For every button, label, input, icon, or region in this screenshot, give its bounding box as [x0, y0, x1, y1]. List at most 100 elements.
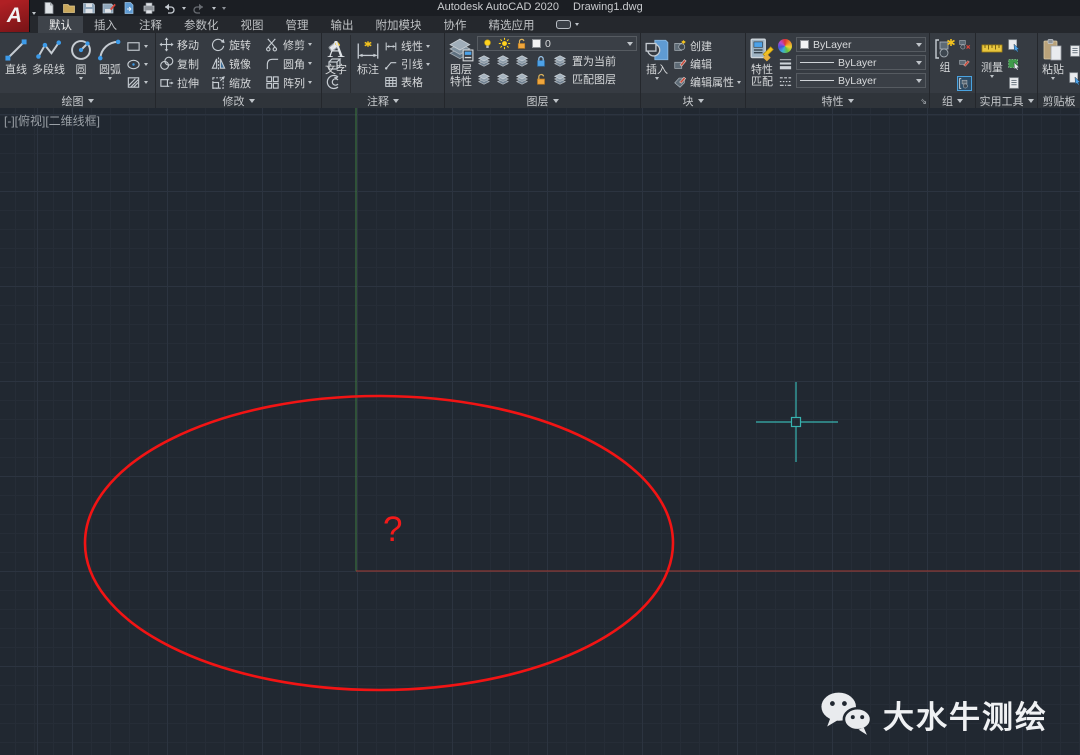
stretch-icon	[159, 75, 174, 90]
layer-select-dropdown[interactable]: 0	[477, 36, 637, 51]
match-properties-tool[interactable]: 特性 匹配	[749, 35, 775, 93]
fillet-tool[interactable]: 圆角	[265, 56, 323, 72]
plot-icon[interactable]	[142, 1, 156, 15]
tab-addins[interactable]: 附加模块	[365, 16, 433, 33]
tab-annotate[interactable]: 注释	[128, 16, 173, 33]
redo-icon[interactable]	[192, 1, 206, 15]
rectangle-tool[interactable]	[126, 39, 148, 54]
export-icon[interactable]	[122, 1, 136, 15]
layer-match-icon[interactable]	[553, 72, 567, 86]
ungroup-icon[interactable]	[958, 38, 971, 51]
layer-properties-tool[interactable]: 图层 特性	[448, 35, 474, 93]
group-edit-icon[interactable]	[958, 57, 971, 70]
text-tool[interactable]: A 文字	[325, 35, 347, 93]
edit-attributes-tool[interactable]: 编辑属性	[673, 74, 741, 90]
qat-customize-caret-icon[interactable]	[222, 7, 226, 10]
ribbon-display-toggle[interactable]	[556, 16, 579, 33]
mirror-tool[interactable]: 镜像	[211, 56, 265, 72]
pickbox	[792, 418, 801, 427]
create-block-tool[interactable]: 创建	[673, 38, 741, 54]
lineweight-dropdown[interactable]: ByLayer	[796, 55, 926, 70]
tab-default[interactable]: 默认	[38, 16, 83, 33]
ribbon-toggle-caret-icon	[575, 23, 579, 26]
quick-select-icon[interactable]	[1007, 38, 1021, 52]
object-color-dropdown[interactable]: ByLayer	[796, 37, 926, 52]
panel-label-clipboard[interactable]: 剪贴板	[1038, 93, 1080, 108]
dialog-launcher-icon[interactable]: ⇘	[920, 98, 927, 106]
group-tool[interactable]: 组	[933, 35, 957, 93]
panel-label-layers[interactable]: 图层	[445, 93, 640, 108]
copy-clip-icon[interactable]	[1068, 71, 1080, 85]
edit-block-tool[interactable]: 编辑	[673, 56, 741, 72]
layer-unlock-all-icon[interactable]	[534, 72, 548, 86]
dimension-tool[interactable]: 标注	[350, 35, 381, 93]
panel-label-draw[interactable]: 绘图	[0, 93, 155, 108]
quick-calc-icon[interactable]	[1007, 76, 1021, 90]
question-mark-text-entity[interactable]: ?	[383, 512, 402, 547]
save-icon[interactable]	[82, 1, 96, 15]
ellipse-entity[interactable]	[85, 396, 673, 690]
linetype-icon[interactable]	[778, 74, 793, 89]
arc-tool[interactable]: 圆弧	[97, 35, 123, 93]
set-current-label[interactable]: 置为当前	[572, 53, 616, 69]
select-all-icon[interactable]	[1007, 57, 1021, 71]
app-menu-caret-icon[interactable]	[32, 12, 36, 15]
panel-label-group[interactable]: 组	[930, 93, 975, 108]
measure-tool[interactable]: 测量	[979, 35, 1005, 93]
copy-tool[interactable]: 复制	[159, 56, 211, 72]
cut-icon[interactable]	[1068, 44, 1080, 58]
undo-caret-icon[interactable]	[182, 7, 186, 10]
drawing-canvas[interactable]: [-][俯视][二维线框] ?	[0, 108, 1080, 755]
panel-label-properties[interactable]: 特性 ⇘	[746, 93, 929, 108]
line-icon	[3, 37, 29, 63]
panel-label-block[interactable]: 块	[641, 93, 745, 108]
hatch-tool[interactable]	[126, 75, 148, 90]
array-tool[interactable]: 阵列	[265, 75, 323, 91]
color-wheel-icon[interactable]	[778, 39, 792, 53]
tab-collaborate[interactable]: 协作	[433, 16, 478, 33]
panel-label-modify[interactable]: 修改	[156, 93, 321, 108]
save-as-icon[interactable]	[102, 1, 116, 15]
layer-make-current-icon[interactable]	[553, 54, 567, 68]
stretch-tool[interactable]: 拉伸	[159, 75, 211, 91]
layer-on-all-icon[interactable]	[515, 72, 529, 86]
tab-manage[interactable]: 管理	[275, 16, 320, 33]
tab-output[interactable]: 输出	[320, 16, 365, 33]
app-logo[interactable]: A	[0, 0, 30, 32]
paste-tool[interactable]: 粘贴	[1041, 35, 1065, 93]
layer-thaw-all-icon[interactable]	[496, 72, 510, 86]
ellipse-caret-icon	[144, 63, 148, 66]
open-file-icon[interactable]	[62, 1, 76, 15]
linetype-dropdown[interactable]: ByLayer	[796, 73, 926, 88]
insert-block-tool[interactable]: 插入	[644, 35, 670, 93]
layer-unisolate-icon[interactable]	[477, 72, 491, 86]
panel-label-utilities[interactable]: 实用工具	[976, 93, 1037, 108]
layer-off-icon[interactable]	[515, 54, 529, 68]
rectangle-icon	[126, 39, 141, 54]
trim-tool[interactable]: 修剪	[265, 37, 323, 53]
layer-freeze-icon[interactable]	[496, 54, 510, 68]
scale-tool[interactable]: 缩放	[211, 75, 265, 91]
ellipse-tool[interactable]	[126, 57, 148, 72]
redo-caret-icon[interactable]	[212, 7, 216, 10]
line-tool[interactable]: 直线	[3, 35, 29, 93]
move-tool[interactable]: 移动	[159, 37, 211, 53]
panel-label-annotation[interactable]: 注释	[322, 93, 444, 108]
group-selection-toggle-icon[interactable]	[958, 77, 971, 90]
undo-icon[interactable]	[162, 1, 176, 15]
lineweight-icon[interactable]	[778, 56, 793, 71]
match-layer-label[interactable]: 匹配图层	[572, 71, 616, 87]
layer-isolate-icon[interactable]	[477, 54, 491, 68]
table-tool[interactable]: 表格	[384, 74, 430, 90]
new-file-icon[interactable]	[42, 1, 56, 15]
layer-lock-icon[interactable]	[534, 54, 548, 68]
rotate-tool[interactable]: 旋转	[211, 37, 265, 53]
tab-featured-apps[interactable]: 精选应用	[478, 16, 546, 33]
linear-dimension-tool[interactable]: 线性	[384, 38, 430, 54]
tab-insert[interactable]: 插入	[83, 16, 128, 33]
tab-view[interactable]: 视图	[230, 16, 275, 33]
circle-tool[interactable]: 圆	[68, 35, 94, 93]
polyline-tool[interactable]: 多段线	[32, 35, 65, 93]
tab-parametric[interactable]: 参数化	[173, 16, 230, 33]
leader-tool[interactable]: 引线	[384, 56, 430, 72]
